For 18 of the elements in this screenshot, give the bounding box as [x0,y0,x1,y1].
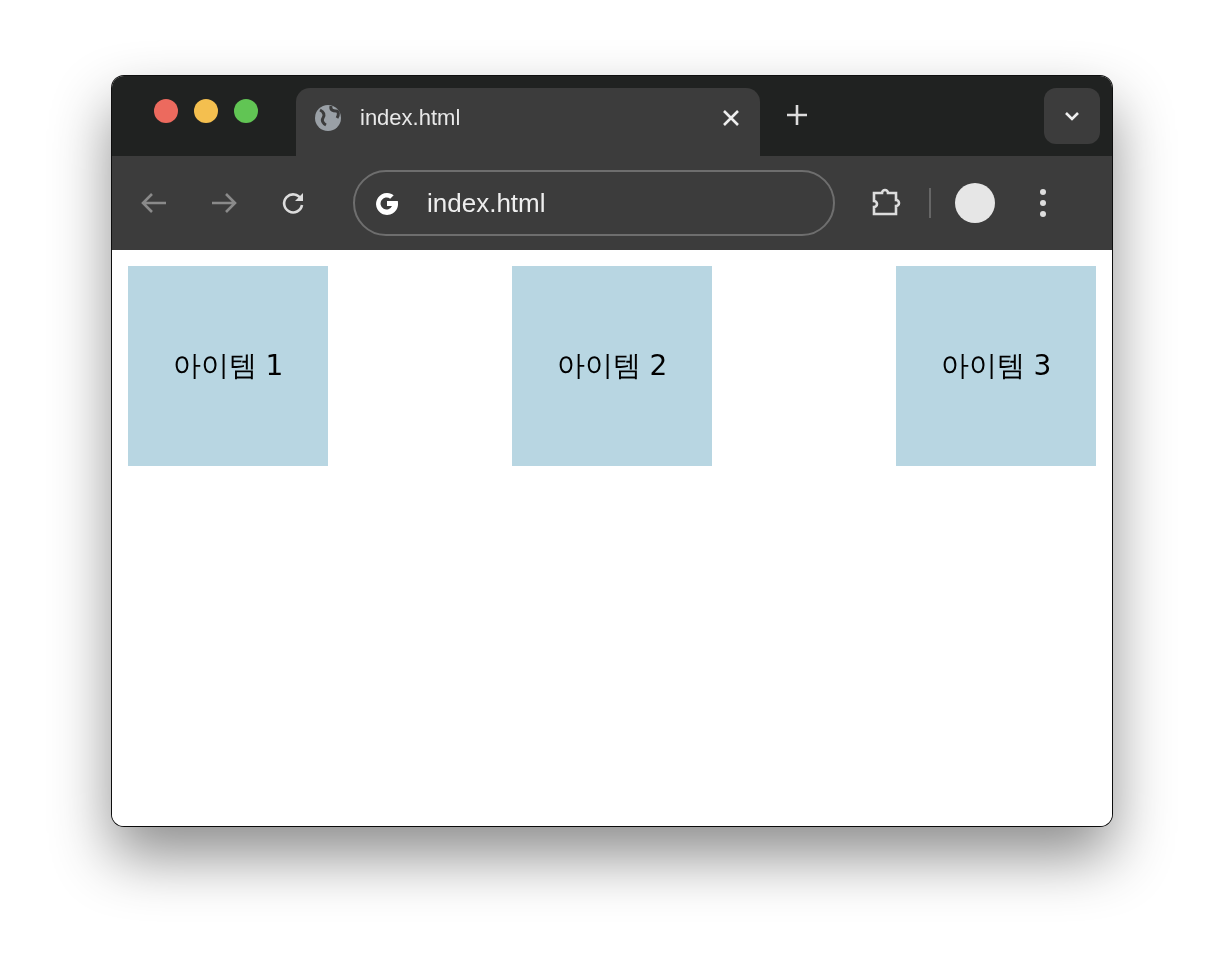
close-tab-icon[interactable] [722,109,740,127]
address-bar[interactable]: index.html [353,170,835,236]
reload-icon[interactable] [280,190,306,216]
more-menu-icon[interactable] [1039,188,1047,218]
new-tab-icon[interactable] [786,104,808,126]
back-icon[interactable] [140,191,168,215]
globe-icon [314,104,342,132]
item-box: 아이템 3 [896,266,1096,466]
item-box: 아이템 2 [512,266,712,466]
maximize-window-button[interactable] [234,99,258,123]
item-box: 아이템 1 [128,266,328,466]
profile-avatar[interactable] [955,183,995,223]
close-window-button[interactable] [154,99,178,123]
forward-icon[interactable] [210,191,238,215]
chevron-down-icon [1064,111,1080,121]
url-text: index.html [427,187,546,219]
browser-tab[interactable]: index.html [296,88,760,156]
minimize-window-button[interactable] [194,99,218,123]
